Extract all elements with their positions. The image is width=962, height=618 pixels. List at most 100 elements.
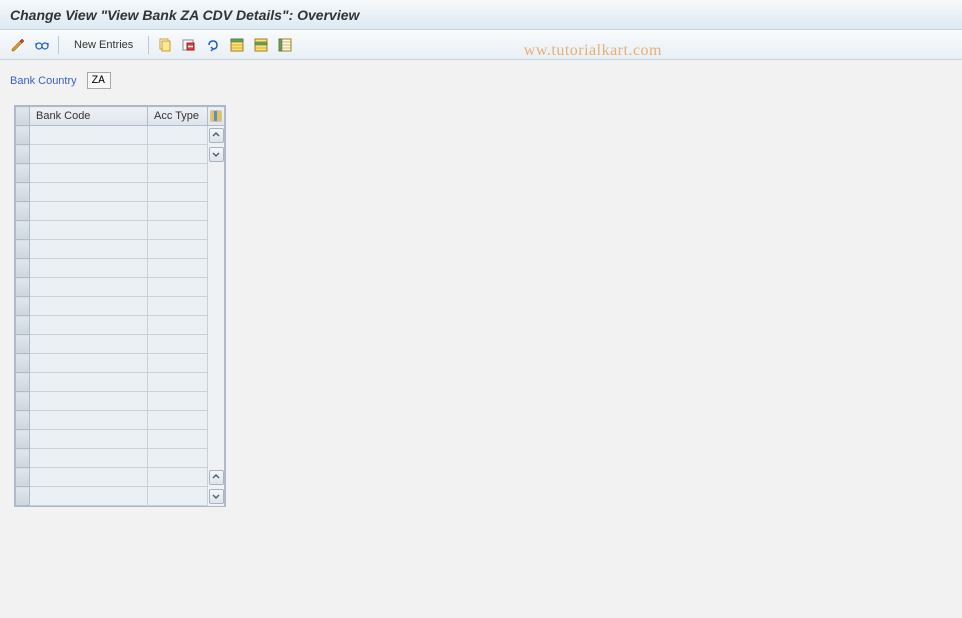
- cell-acc-type[interactable]: [148, 164, 208, 183]
- cell-bank-code[interactable]: [30, 221, 148, 240]
- row-selector-header[interactable]: [16, 107, 30, 126]
- row-selector[interactable]: [16, 392, 30, 411]
- cell-bank-code[interactable]: [30, 164, 148, 183]
- other-view-button[interactable]: [32, 35, 52, 55]
- row-selector[interactable]: [16, 145, 30, 164]
- table-row: [16, 278, 225, 297]
- scroll-track[interactable]: [208, 202, 225, 221]
- row-selector[interactable]: [16, 335, 30, 354]
- row-selector[interactable]: [16, 411, 30, 430]
- scroll-track[interactable]: [208, 430, 225, 449]
- scroll-track[interactable]: [208, 221, 225, 240]
- chevron-down-icon: [212, 150, 220, 158]
- scroll-track[interactable]: [208, 354, 225, 373]
- row-selector[interactable]: [16, 202, 30, 221]
- cell-acc-type[interactable]: [148, 468, 208, 487]
- scroll-track[interactable]: [208, 164, 225, 183]
- table-config-button[interactable]: [208, 107, 225, 126]
- row-selector[interactable]: [16, 297, 30, 316]
- cell-acc-type[interactable]: [148, 126, 208, 145]
- row-selector[interactable]: [16, 468, 30, 487]
- row-selector[interactable]: [16, 354, 30, 373]
- cell-acc-type[interactable]: [148, 392, 208, 411]
- scroll-track[interactable]: [208, 411, 225, 430]
- row-selector[interactable]: [16, 316, 30, 335]
- cell-bank-code[interactable]: [30, 278, 148, 297]
- cell-bank-code[interactable]: [30, 373, 148, 392]
- row-selector[interactable]: [16, 449, 30, 468]
- deselect-all-button[interactable]: [275, 35, 295, 55]
- row-selector[interactable]: [16, 126, 30, 145]
- cell-bank-code[interactable]: [30, 487, 148, 506]
- table-row: [16, 259, 225, 278]
- cell-bank-code[interactable]: [30, 411, 148, 430]
- scroll-track[interactable]: [208, 392, 225, 411]
- cell-acc-type[interactable]: [148, 430, 208, 449]
- delete-button[interactable]: [179, 35, 199, 55]
- table-row: [16, 126, 225, 145]
- row-selector[interactable]: [16, 240, 30, 259]
- cell-acc-type[interactable]: [148, 373, 208, 392]
- column-header-bank-code[interactable]: Bank Code: [30, 107, 148, 126]
- scroll-track[interactable]: [208, 240, 225, 259]
- scroll-track[interactable]: [208, 335, 225, 354]
- column-header-acc-type[interactable]: Acc Type: [148, 107, 208, 126]
- cell-acc-type[interactable]: [148, 297, 208, 316]
- row-selector[interactable]: [16, 259, 30, 278]
- toggle-display-change-button[interactable]: [8, 35, 28, 55]
- cell-acc-type[interactable]: [148, 354, 208, 373]
- cell-acc-type[interactable]: [148, 487, 208, 506]
- cell-acc-type[interactable]: [148, 145, 208, 164]
- new-entries-button[interactable]: New Entries: [65, 36, 142, 54]
- scroll-track[interactable]: [208, 449, 225, 468]
- cell-bank-code[interactable]: [30, 468, 148, 487]
- cell-bank-code[interactable]: [30, 202, 148, 221]
- cell-acc-type[interactable]: [148, 449, 208, 468]
- cell-bank-code[interactable]: [30, 240, 148, 259]
- cell-bank-code[interactable]: [30, 183, 148, 202]
- select-all-button[interactable]: [227, 35, 247, 55]
- cell-bank-code[interactable]: [30, 335, 148, 354]
- cell-acc-type[interactable]: [148, 278, 208, 297]
- undo-change-button[interactable]: [203, 35, 223, 55]
- row-selector[interactable]: [16, 278, 30, 297]
- table-row: [16, 487, 225, 506]
- scroll-track[interactable]: [208, 278, 225, 297]
- row-selector[interactable]: [16, 183, 30, 202]
- select-block-button[interactable]: [251, 35, 271, 55]
- scroll-up-button[interactable]: [209, 470, 224, 485]
- row-selector[interactable]: [16, 221, 30, 240]
- scroll-down-button[interactable]: [209, 147, 224, 162]
- cell-acc-type[interactable]: [148, 259, 208, 278]
- row-selector[interactable]: [16, 373, 30, 392]
- scroll-track[interactable]: [208, 297, 225, 316]
- title-bar: Change View "View Bank ZA CDV Details": …: [0, 0, 962, 30]
- cell-acc-type[interactable]: [148, 221, 208, 240]
- bank-country-value[interactable]: ZA: [87, 72, 111, 89]
- cell-acc-type[interactable]: [148, 240, 208, 259]
- cell-bank-code[interactable]: [30, 354, 148, 373]
- scroll-track[interactable]: [208, 373, 225, 392]
- cell-bank-code[interactable]: [30, 297, 148, 316]
- row-selector[interactable]: [16, 164, 30, 183]
- scroll-down-button[interactable]: [209, 489, 224, 504]
- cell-acc-type[interactable]: [148, 335, 208, 354]
- scroll-track[interactable]: [208, 259, 225, 278]
- cell-bank-code[interactable]: [30, 259, 148, 278]
- cell-bank-code[interactable]: [30, 126, 148, 145]
- cell-acc-type[interactable]: [148, 183, 208, 202]
- row-selector[interactable]: [16, 430, 30, 449]
- scroll-track[interactable]: [208, 316, 225, 335]
- cell-acc-type[interactable]: [148, 202, 208, 221]
- row-selector[interactable]: [16, 487, 30, 506]
- scroll-up-button[interactable]: [209, 128, 224, 143]
- cell-bank-code[interactable]: [30, 316, 148, 335]
- copy-as-button[interactable]: [155, 35, 175, 55]
- cell-bank-code[interactable]: [30, 449, 148, 468]
- cell-bank-code[interactable]: [30, 392, 148, 411]
- scroll-track[interactable]: [208, 183, 225, 202]
- cell-bank-code[interactable]: [30, 145, 148, 164]
- cell-bank-code[interactable]: [30, 430, 148, 449]
- cell-acc-type[interactable]: [148, 411, 208, 430]
- cell-acc-type[interactable]: [148, 316, 208, 335]
